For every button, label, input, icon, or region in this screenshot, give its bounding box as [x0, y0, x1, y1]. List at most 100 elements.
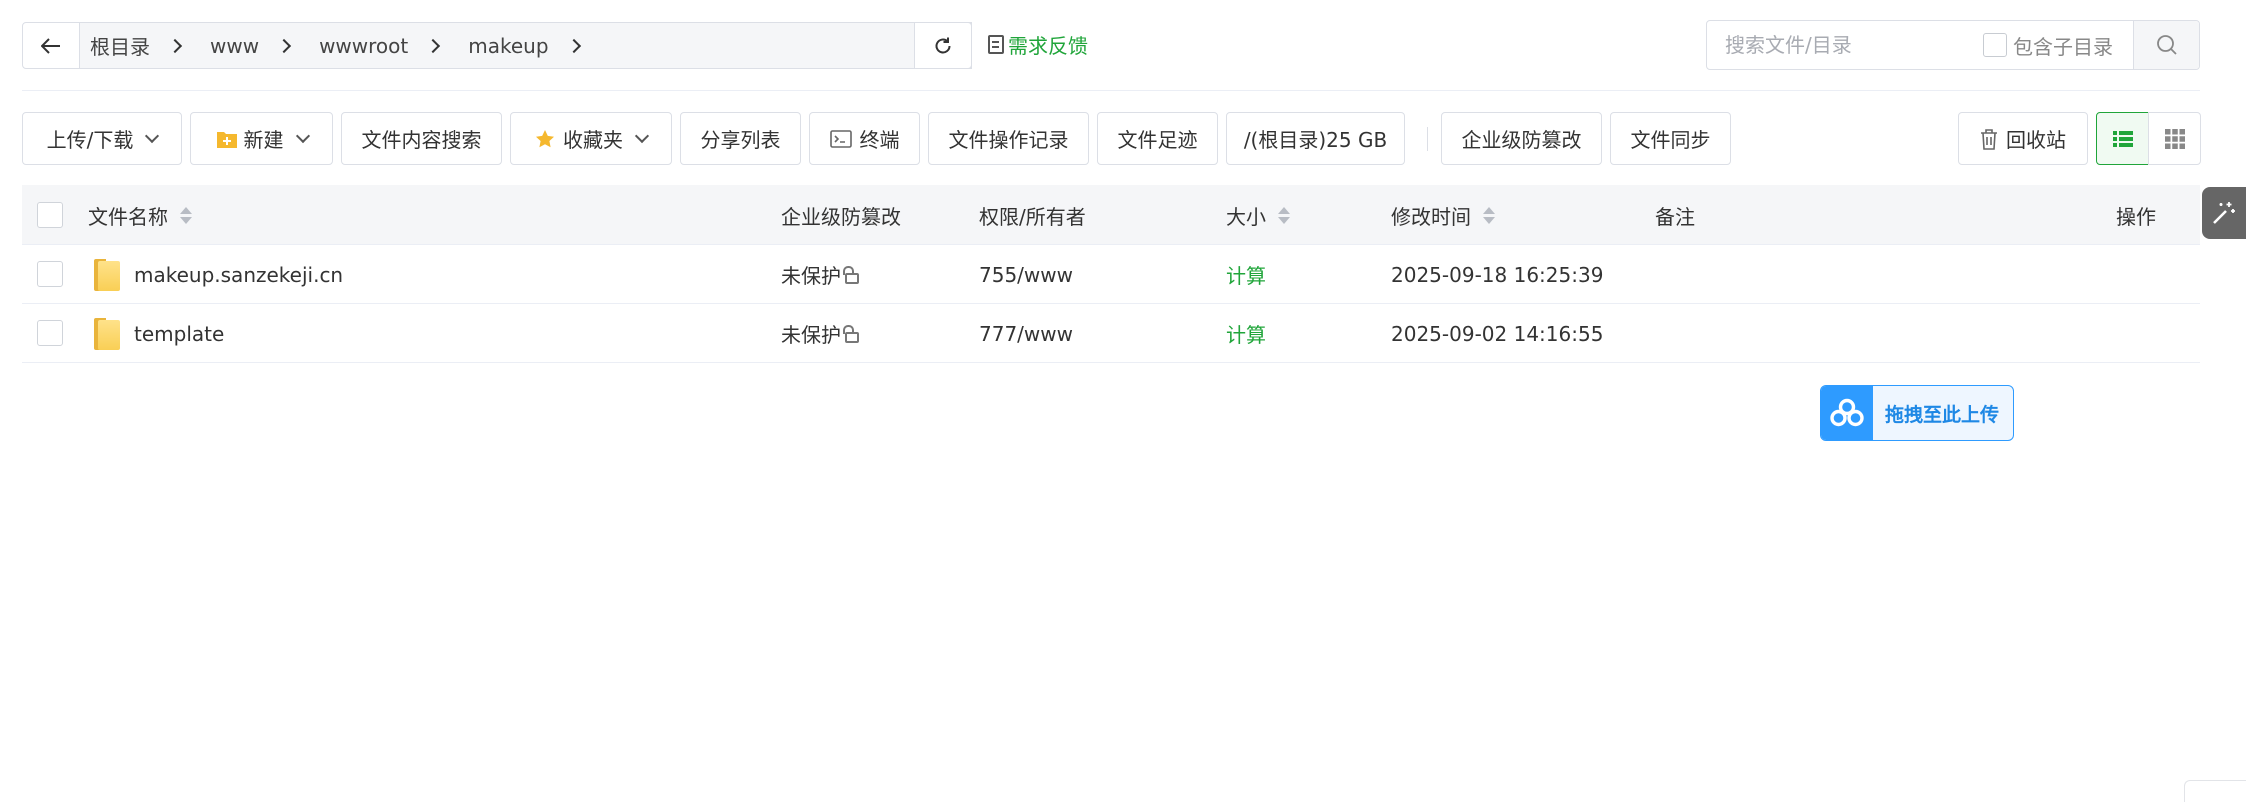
file-name-cell[interactable]: template	[94, 304, 224, 363]
permission-cell[interactable]: 755/www	[979, 245, 1073, 304]
breadcrumb-item-www[interactable]: www	[210, 23, 319, 68]
unlock-icon[interactable]	[843, 325, 859, 343]
cloud-upload-icon	[1821, 386, 1873, 440]
tamper-status-cell[interactable]: 未保护	[781, 245, 859, 304]
footprint-button[interactable]: 文件足迹	[1097, 112, 1218, 165]
share-list-button[interactable]: 分享列表	[680, 112, 801, 165]
chevron-right-icon	[426, 38, 441, 53]
include-subdir-label: 包含子目录	[2013, 34, 2113, 59]
column-header-modified[interactable]: 修改时间	[1391, 185, 1495, 245]
permission-cell[interactable]: 777/www	[979, 304, 1073, 363]
upload-download-label: 上传/下载	[46, 128, 134, 152]
recycle-bin-label: 回收站	[2006, 128, 2066, 152]
grid-view-icon	[2164, 128, 2185, 149]
refresh-button[interactable]	[914, 22, 972, 69]
operation-log-button[interactable]: 文件操作记录	[928, 112, 1089, 165]
size-cell[interactable]: 计算	[1226, 245, 1266, 304]
terminal-label: 终端	[859, 128, 900, 152]
row-checkbox[interactable]	[37, 261, 63, 287]
search-icon	[2156, 35, 2177, 55]
list-view-icon	[2112, 130, 2133, 147]
new-folder-icon	[216, 131, 237, 148]
drag-upload-button[interactable]: 拖拽至此上传	[1820, 385, 2014, 441]
breadcrumb-item-root[interactable]: 根目录	[90, 23, 210, 68]
breadcrumb-item-makeup[interactable]: makeup	[468, 23, 608, 68]
column-header-label: 修改时间	[1391, 204, 1471, 229]
sort-icon[interactable]	[1483, 206, 1495, 224]
file-sync-button[interactable]: 文件同步	[1610, 112, 1731, 165]
drag-upload-label: 拖拽至此上传	[1885, 403, 2000, 426]
disk-usage-label: /(根目录)25 GB	[1243, 128, 1388, 152]
share-list-label: 分享列表	[700, 128, 781, 152]
column-header-permission: 权限/所有者	[979, 185, 1086, 245]
search-button[interactable]	[2133, 21, 2199, 69]
breadcrumb-label[interactable]: 根目录	[90, 31, 166, 60]
feedback-icon	[988, 35, 1004, 54]
size-cell[interactable]: 计算	[1226, 304, 1266, 363]
column-header-note: 备注	[1655, 185, 1695, 245]
column-header-size[interactable]: 大小	[1226, 185, 1290, 245]
calculate-size-link[interactable]: 计算	[1226, 319, 1266, 348]
calculate-size-link[interactable]: 计算	[1226, 260, 1266, 289]
feedback-link[interactable]: 需求反馈	[988, 30, 1088, 59]
modified-time-cell: 2025-09-18 16:25:39	[1391, 245, 1603, 304]
chevron-right-icon	[277, 38, 292, 53]
operation-log-label: 文件操作记录	[948, 128, 1069, 152]
corner-tab[interactable]	[2184, 780, 2246, 802]
sort-icon[interactable]	[1278, 206, 1290, 224]
permission-owner[interactable]: 755/www	[979, 263, 1073, 287]
column-header-tamper: 企业级防篡改	[781, 185, 901, 245]
magic-wand-icon	[2213, 202, 2235, 224]
row-checkbox[interactable]	[37, 320, 63, 346]
column-header-name[interactable]: 文件名称	[88, 185, 192, 245]
footprint-label: 文件足迹	[1117, 128, 1198, 152]
disk-usage-button[interactable]: /(根目录)25 GB	[1226, 112, 1405, 165]
file-name[interactable]: makeup.sanzekeji.cn	[134, 263, 343, 287]
breadcrumb-label[interactable]: wwwroot	[319, 34, 424, 58]
new-button[interactable]: 新建	[190, 112, 333, 165]
back-button[interactable]	[22, 22, 80, 69]
permission-owner[interactable]: 777/www	[979, 322, 1073, 346]
favorites-label: 收藏夹	[563, 128, 623, 152]
breadcrumb-label[interactable]: www	[210, 34, 275, 58]
breadcrumb[interactable]: 根目录 www wwwroot makeup	[80, 22, 972, 69]
include-subdir-checkbox[interactable]: 包含子目录	[1983, 31, 2113, 60]
toolbar-separator	[1427, 127, 1428, 151]
recycle-bin-button[interactable]: 回收站	[1958, 112, 2088, 165]
feedback-label[interactable]: 需求反馈	[1008, 30, 1088, 59]
list-view-button[interactable]	[2096, 112, 2149, 165]
chevron-right-icon	[167, 38, 183, 53]
column-header-label: 大小	[1226, 204, 1266, 229]
select-all-checkbox[interactable]	[37, 202, 63, 228]
tamper-protection-label: 企业级防篡改	[1461, 128, 1582, 152]
search-input[interactable]	[1707, 21, 1983, 69]
table-row[interactable]: template 未保护 777/www 计算 2025-09-02 14:16…	[22, 304, 2200, 363]
chevron-right-icon	[566, 38, 581, 53]
file-name-cell[interactable]: makeup.sanzekeji.cn	[94, 245, 343, 304]
magic-wand-tab[interactable]	[2202, 187, 2246, 239]
breadcrumb-label[interactable]: makeup	[468, 34, 564, 58]
checkbox-box[interactable]	[1983, 33, 2007, 57]
sort-icon[interactable]	[180, 206, 192, 224]
unlock-icon[interactable]	[843, 266, 859, 284]
tamper-status[interactable]: 未保护	[781, 260, 841, 289]
modified-time: 2025-09-02 14:16:55	[1391, 321, 1604, 346]
column-header-label: 文件名称	[88, 204, 168, 229]
tamper-status[interactable]: 未保护	[781, 319, 841, 348]
terminal-button[interactable]: 终端	[809, 112, 920, 165]
star-icon	[536, 129, 554, 147]
tamper-status-cell[interactable]: 未保护	[781, 304, 859, 363]
modified-time-cell: 2025-09-02 14:16:55	[1391, 304, 1603, 363]
new-label: 新建	[243, 128, 284, 152]
file-name[interactable]: template	[134, 322, 224, 346]
favorites-button[interactable]: 收藏夹	[510, 112, 672, 165]
upload-download-button[interactable]: 上传/下载	[22, 112, 182, 165]
terminal-icon	[829, 129, 852, 148]
trash-icon	[1981, 128, 1997, 150]
tamper-protection-button[interactable]: 企业级防篡改	[1441, 112, 1602, 165]
grid-view-button[interactable]	[2148, 112, 2201, 165]
table-row[interactable]: makeup.sanzekeji.cn 未保护 755/www 计算 2025-…	[22, 245, 2200, 304]
content-search-button[interactable]: 文件内容搜索	[341, 112, 502, 165]
path-bar: 根目录 www wwwroot makeup	[22, 22, 972, 69]
breadcrumb-item-wwwroot[interactable]: wwwroot	[319, 23, 468, 68]
